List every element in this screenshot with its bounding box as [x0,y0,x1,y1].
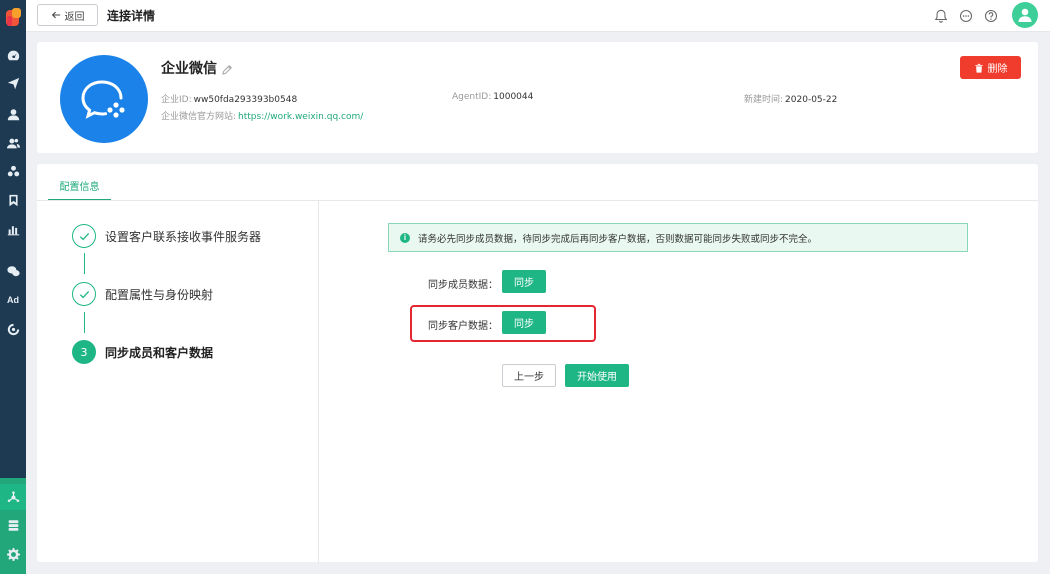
step-2[interactable]: 配置属性与身份映射 [72,282,213,306]
wechat-icon[interactable] [0,260,26,282]
tab-label: 配置信息 [59,182,100,193]
sidebar-bottom-group [0,478,26,574]
user-avatar-icon [1018,8,1032,22]
tab-divider [37,200,1038,201]
wecom-logo-icon [60,55,148,143]
trash-icon [974,63,983,73]
bookmark-icon[interactable] [0,189,26,211]
dashboard-icon[interactable] [0,44,26,66]
avatar[interactable] [1012,2,1038,28]
check-icon [72,224,96,248]
site-link[interactable]: https://work.weixin.qq.com/ [238,112,363,122]
alert-text: 请务必先同步成员数据，待同步完成后再同步客户数据，否则数据可能同步失败或同步不完… [418,233,818,245]
delete-label: 删除 [987,64,1008,75]
connect-icon[interactable] [0,484,26,510]
step-3[interactable]: 3 同步成员和客户数据 [72,340,213,364]
back-label: 返回 [64,11,85,23]
group-icon[interactable] [0,160,26,182]
step-1[interactable]: 设置客户联系接收事件服务器 [72,224,261,248]
users-icon[interactable] [0,132,26,154]
sync-members-label: 同步成员数据： [428,280,498,291]
tab-config-info[interactable]: 配置信息 [48,178,111,201]
ad-label: Ad [7,295,19,305]
top-bar: 返回 连接详情 [26,0,1050,32]
agent-id-value: 1000044 [493,92,534,102]
enterprise-name: 企业微信 [161,61,217,77]
corp-id-label: 企业ID: [161,95,192,105]
created-label: 新建时间: [744,95,784,105]
start-button[interactable]: 开始使用 [565,364,629,387]
steps-divider [318,201,319,562]
created-date: 新建时间: 2020-05-22 [744,92,837,105]
arrow-left-icon [51,11,60,19]
edit-icon[interactable] [221,61,233,75]
send-icon[interactable] [0,72,26,94]
step-connector [84,253,85,274]
start-label: 开始使用 [577,372,617,383]
sync-members-button-label: 同步 [514,278,534,289]
app-logo-icon[interactable] [4,8,22,28]
bell-icon[interactable] [934,8,948,23]
agent-id-label: AgentID: [452,92,492,102]
sync-customers-label: 同步客户数据： [428,321,498,332]
agent-id: AgentID: 1000044 [452,92,533,102]
step-2-label: 配置属性与身份映射 [105,287,214,302]
step-3-label: 同步成员和客户数据 [105,345,214,360]
step-1-label: 设置客户联系接收事件服务器 [105,229,262,244]
target-icon[interactable] [0,318,26,340]
message-icon[interactable] [959,8,973,23]
delete-button[interactable]: 删除 [960,56,1021,79]
corp-id-value: ww50fda293393b0548 [193,95,298,105]
sidebar: Ad [0,0,26,574]
site-label: 企业微信官方网站: [161,112,237,122]
config-panel: 配置信息 设置客户联系接收事件服务器 配置属性与身份映射 3 同步成员和客户数据… [37,164,1038,562]
corp-id: 企业ID: ww50fda293393b0548 [161,92,297,105]
sync-members-button[interactable]: 同步 [502,270,546,293]
sync-customers-button[interactable]: 同步 [502,311,546,334]
check-icon [72,282,96,306]
enterprise-info-card: 企业微信 企业ID: ww50fda293393b0548 AgentID: 100… [37,42,1038,153]
page-title: 连接详情 [107,9,156,23]
step-connector [84,312,85,333]
chart-icon[interactable] [0,218,26,240]
sync-customers-button-label: 同步 [514,319,534,330]
created-value: 2020-05-22 [785,95,838,105]
official-site: 企业微信官方网站: https://work.weixin.qq.com/ [161,109,363,122]
prev-step-button[interactable]: 上一步 [502,364,556,387]
user-icon[interactable] [0,103,26,125]
database-icon[interactable] [0,514,26,536]
ad-icon[interactable]: Ad [0,289,26,311]
info-alert: i 请务必先同步成员数据，待同步完成后再同步客户数据，否则数据可能同步失败或同步… [388,223,968,252]
step-3-number: 3 [72,340,96,364]
help-icon[interactable] [984,8,998,23]
gear-icon[interactable] [0,543,26,565]
prev-step-label: 上一步 [514,372,544,383]
info-icon: i [400,232,410,243]
back-button[interactable]: 返回 [37,4,98,26]
